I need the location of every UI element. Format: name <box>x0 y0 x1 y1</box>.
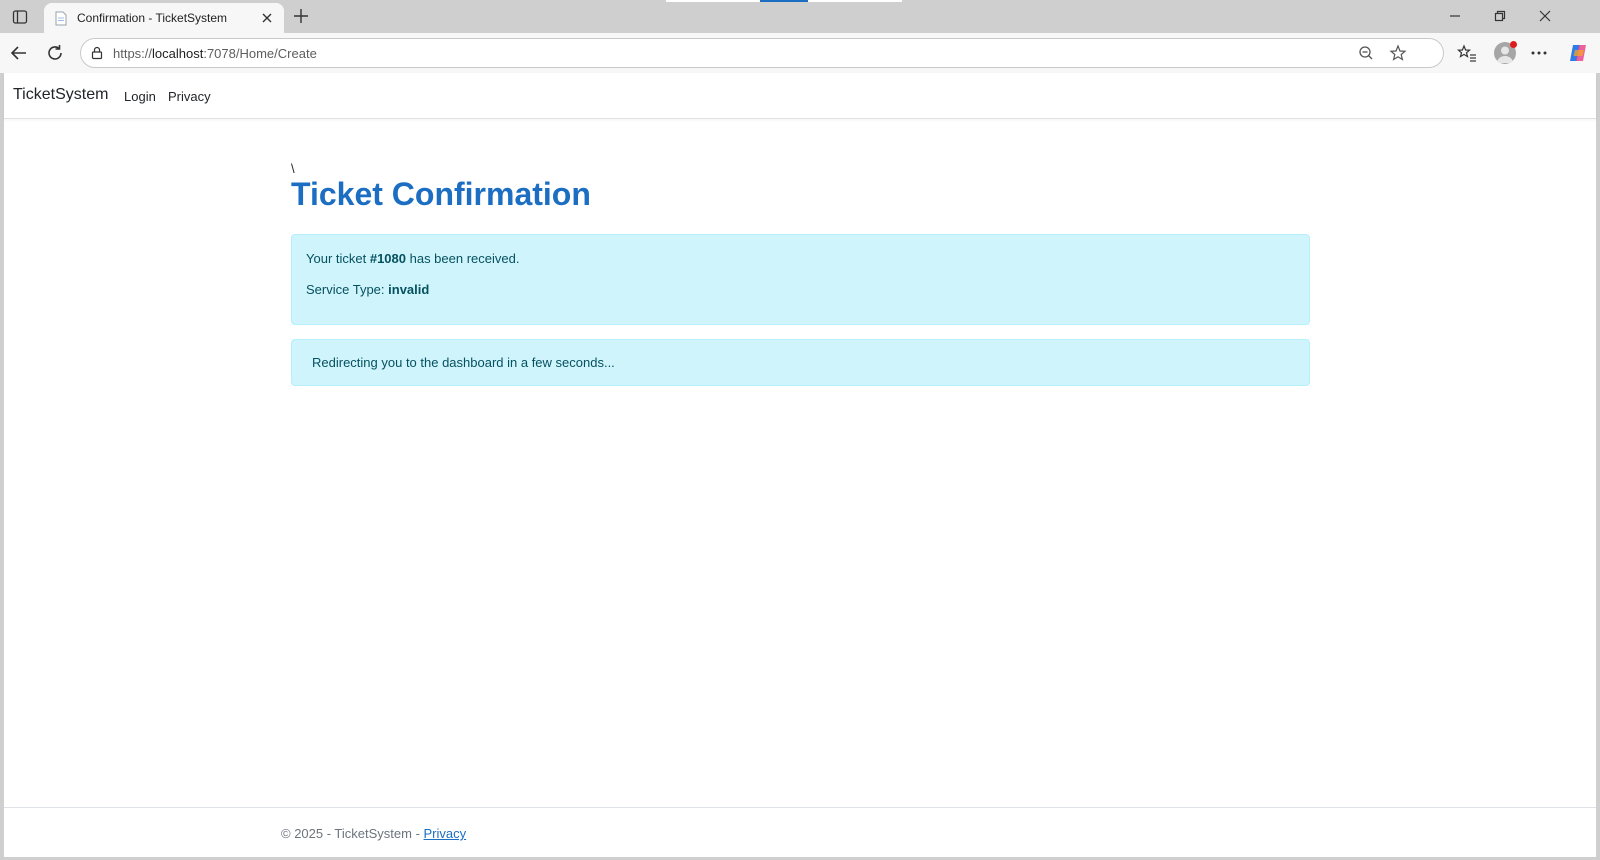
ticket-confirmation-alert: Your ticket #1080 has been received. Ser… <box>291 234 1310 325</box>
page-favicon-icon <box>55 11 67 26</box>
ticket-number: #1080 <box>369 251 406 266</box>
tabstrip-indicator-active <box>760 0 808 2</box>
browser-toolbar: https://localhost:7078/Home/Create <box>0 33 1600 73</box>
refresh-icon[interactable] <box>44 42 66 64</box>
nav-link-login[interactable]: Login <box>124 89 156 104</box>
tabstrip-indicator <box>808 0 902 2</box>
service-type-line: Service Type: invalid <box>306 282 430 297</box>
footer-copyright: © 2025 - TicketSystem - Privacy <box>281 826 467 841</box>
tab-actions-icon[interactable] <box>8 6 32 28</box>
service-type-value: invalid <box>388 282 430 297</box>
site-navbar: TicketSystem Login Privacy <box>4 73 1596 119</box>
browser-tab-strip: Confirmation - TicketSystem <box>0 0 1600 33</box>
address-bar[interactable]: https://localhost:7078/Home/Create <box>80 38 1444 68</box>
tab-title: Confirmation - TicketSystem <box>77 11 228 25</box>
close-tab-icon[interactable] <box>260 11 274 25</box>
url-text[interactable]: https://localhost:7078/Home/Create <box>113 46 317 61</box>
new-tab-icon[interactable] <box>292 7 310 25</box>
footer-privacy-link[interactable]: Privacy <box>424 826 467 841</box>
site-footer: © 2025 - TicketSystem - Privacy <box>4 807 1596 857</box>
zoom-out-icon[interactable] <box>1357 44 1375 62</box>
notification-dot <box>1510 41 1517 48</box>
lock-icon[interactable] <box>90 46 104 60</box>
nav-link-privacy[interactable]: Privacy <box>168 89 211 104</box>
more-options-icon[interactable] <box>1528 42 1550 64</box>
copilot-icon[interactable] <box>1567 42 1589 64</box>
favorites-list-icon[interactable] <box>1456 42 1478 64</box>
back-arrow-icon[interactable] <box>8 42 30 64</box>
page-title: Ticket Confirmation <box>291 176 591 212</box>
restore-icon[interactable] <box>1492 8 1508 24</box>
brand-link[interactable]: TicketSystem <box>13 86 108 104</box>
favorite-star-icon[interactable] <box>1389 44 1407 62</box>
close-window-icon[interactable] <box>1537 8 1553 24</box>
ticket-received-message: Your ticket #1080 has been received. <box>306 251 520 266</box>
stray-backslash: \ <box>291 161 295 176</box>
minimize-icon[interactable] <box>1447 8 1463 24</box>
redirect-alert: Redirecting you to the dashboard in a fe… <box>291 339 1310 386</box>
browser-tab-active[interactable]: Confirmation - TicketSystem <box>44 3 284 33</box>
page-viewport: TicketSystem Login Privacy \ Ticket Conf… <box>4 73 1596 857</box>
redirect-message: Redirecting you to the dashboard in a fe… <box>312 355 615 370</box>
tabstrip-indicator <box>666 0 760 2</box>
